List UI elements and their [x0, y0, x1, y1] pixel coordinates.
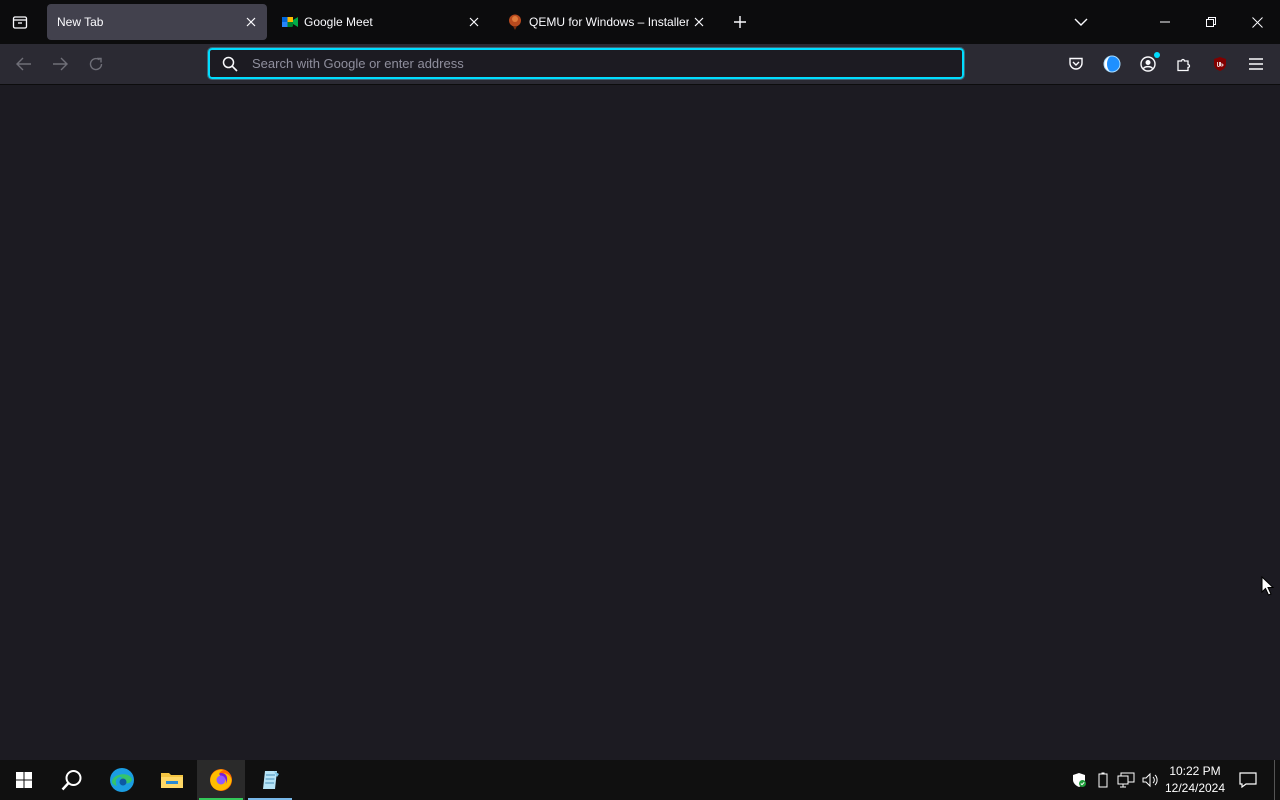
- clock-time: 10:22 PM: [1169, 764, 1221, 778]
- extensions-button[interactable]: [1171, 51, 1197, 77]
- windows-start-icon: [16, 772, 32, 788]
- puzzle-icon: [1177, 58, 1191, 72]
- file-explorer-icon: [161, 773, 183, 788]
- search-icon: [220, 54, 240, 74]
- page-content: [0, 85, 1280, 760]
- close-window-button[interactable]: [1234, 0, 1280, 44]
- extension-dark-reader-button[interactable]: [1099, 51, 1125, 77]
- ublock-origin-icon: [1214, 57, 1226, 71]
- list-all-tabs-button[interactable]: [1058, 0, 1104, 44]
- tab-qemu[interactable]: QEMU for Windows – Installers: [497, 4, 715, 40]
- arrow-left-icon: [16, 57, 31, 71]
- mouse-cursor-icon: [1261, 575, 1275, 601]
- dark-reader-icon: [1103, 55, 1121, 73]
- hamburger-menu-icon: [1249, 58, 1263, 70]
- minimize-icon: [1160, 21, 1170, 23]
- pocket-button[interactable]: [1063, 51, 1089, 77]
- start-button[interactable]: [0, 760, 48, 800]
- notification-dot: [1154, 52, 1160, 58]
- minimize-button[interactable]: [1142, 0, 1188, 44]
- notepad-icon: [263, 771, 279, 789]
- chevron-down-icon: [1074, 18, 1088, 26]
- tab-google-meet[interactable]: Google Meet: [272, 4, 490, 40]
- taskbar-search-button[interactable]: [48, 760, 96, 800]
- address-bar: [207, 47, 965, 80]
- taskbar-edge-button[interactable]: [98, 760, 146, 800]
- app-menu-button[interactable]: [1243, 51, 1269, 77]
- action-center-button[interactable]: [1236, 760, 1260, 800]
- taskbar-clock[interactable]: 10:22 PM 12/24/2024: [1160, 763, 1230, 797]
- reload-icon: [89, 57, 103, 71]
- back-button[interactable]: [10, 50, 38, 78]
- network-icon[interactable]: [1116, 770, 1136, 790]
- google-meet-icon: [282, 14, 298, 30]
- close-icon: [246, 17, 256, 27]
- plus-icon: [734, 16, 746, 28]
- close-icon: [469, 17, 479, 27]
- forward-button[interactable]: [46, 50, 74, 78]
- tab-close-button[interactable]: [689, 12, 709, 32]
- firefox-icon: [210, 769, 232, 791]
- clock-date: 12/24/2024: [1164, 781, 1226, 795]
- pocket-icon: [1069, 57, 1083, 70]
- volume-icon[interactable]: [1141, 770, 1161, 790]
- reload-button[interactable]: [82, 50, 110, 78]
- extension-ublock-button[interactable]: [1207, 51, 1233, 77]
- taskbar-firefox-button[interactable]: [197, 760, 245, 800]
- edge-icon: [110, 768, 134, 792]
- tab-close-button[interactable]: [464, 12, 484, 32]
- tab-close-button[interactable]: [241, 12, 261, 32]
- taskbar-notepad-button[interactable]: [246, 760, 294, 800]
- notification-icon: [1239, 772, 1257, 788]
- arrow-right-icon: [53, 57, 68, 71]
- windows-taskbar: 10:22 PM 12/24/2024: [0, 760, 1280, 800]
- account-icon: [1140, 56, 1156, 72]
- windows-security-icon[interactable]: [1069, 770, 1089, 790]
- restore-icon: [1206, 17, 1216, 27]
- close-icon: [694, 17, 704, 27]
- firefox-view-button[interactable]: [6, 8, 34, 36]
- new-tab-button[interactable]: [726, 8, 754, 36]
- firefox-view-icon: [12, 16, 28, 29]
- tab-title: QEMU for Windows – Installers: [529, 15, 689, 29]
- tab-title: Google Meet: [304, 15, 373, 29]
- close-icon: [1251, 16, 1263, 28]
- tab-new-tab[interactable]: New Tab: [47, 4, 267, 40]
- battery-icon[interactable]: [1093, 770, 1113, 790]
- restore-button[interactable]: [1188, 0, 1234, 44]
- qemu-icon: [507, 14, 523, 30]
- navigation-toolbar: [0, 44, 1280, 85]
- account-button[interactable]: [1135, 51, 1161, 77]
- search-icon: [61, 770, 82, 791]
- taskbar-file-explorer-button[interactable]: [148, 760, 196, 800]
- tab-title: New Tab: [57, 15, 104, 29]
- show-desktop-button[interactable]: [1274, 760, 1280, 800]
- tab-strip: New Tab Google Meet QEMU for Windows – I…: [0, 0, 1280, 44]
- url-input[interactable]: [252, 56, 962, 71]
